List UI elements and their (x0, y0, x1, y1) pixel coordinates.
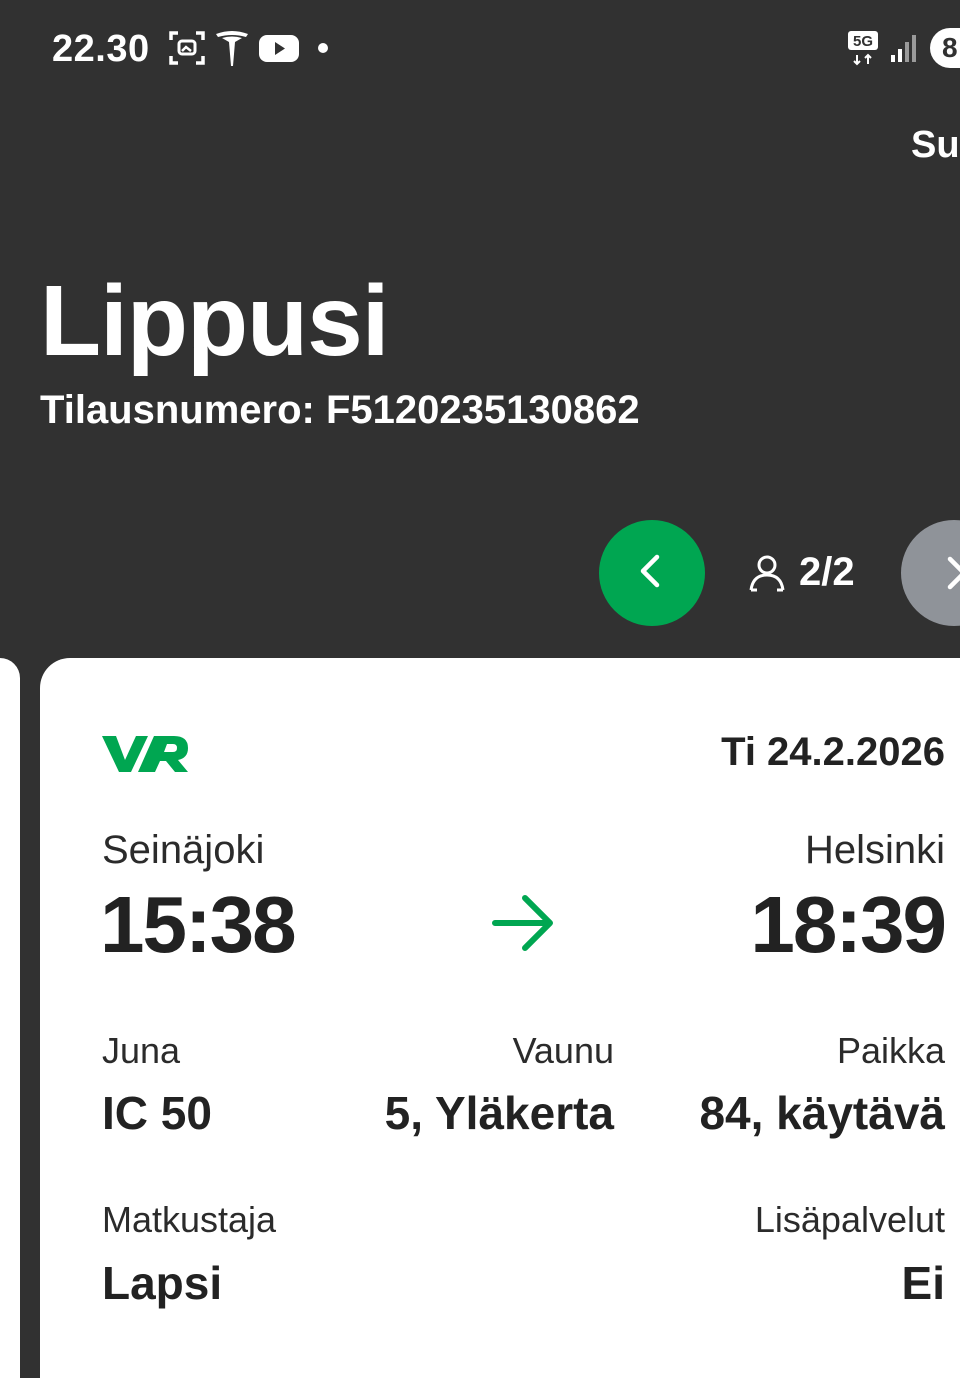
seat-label: Paikka (836, 1030, 945, 1071)
arrow-right-icon (492, 894, 556, 957)
departure-station: Seinäjoki (102, 828, 265, 872)
arrival-time: 18:39 (750, 880, 947, 969)
traveller-label: Matkustaja (102, 1199, 277, 1240)
departure-time: 15:38 (100, 880, 297, 969)
car-label: Vaunu (512, 1030, 614, 1071)
svg-text:5G: 5G (853, 33, 873, 50)
next-ticket-button[interactable] (901, 520, 960, 626)
page-title: Lippusi (40, 265, 390, 377)
screenshot-icon (168, 28, 206, 68)
youtube-icon (258, 28, 300, 68)
ticket-pager-count: 2/2 (745, 550, 855, 595)
person-icon (749, 555, 785, 591)
notification-dot (318, 43, 328, 53)
chevron-left-icon (632, 551, 672, 596)
tesla-icon (214, 28, 250, 68)
car-value: 5, Yläkerta (384, 1087, 614, 1139)
5g-icon: 5G (846, 28, 880, 68)
order-number: Tilausnumero: F5120235130862 (40, 388, 640, 432)
previous-ticket-card-edge[interactable] (0, 658, 20, 1378)
travel-date: Ti 24.2.2026 (721, 730, 945, 774)
previous-ticket-button[interactable] (599, 520, 705, 626)
status-bar: 22.30 5G 8 (0, 0, 960, 96)
signal-icon (888, 28, 920, 68)
train-label: Juna (102, 1030, 181, 1071)
arrival-station: Helsinki (804, 828, 945, 872)
status-time: 22.30 (52, 28, 150, 70)
pager-count-label: 2/2 (799, 550, 855, 594)
extras-value: Ei (901, 1257, 945, 1309)
ticket-card: Ti 24.2.2026 Seinäjoki Helsinki 15:38 18… (40, 658, 960, 1378)
seat-value: 84, käytävä (699, 1087, 945, 1139)
top-action-button[interactable]: Su (911, 124, 960, 167)
vr-logo (102, 734, 190, 779)
traveller-value: Lapsi (102, 1257, 223, 1309)
battery-indicator: 8 (930, 28, 960, 68)
extras-label: Lisäpalvelut (754, 1199, 945, 1240)
train-value: IC 50 (102, 1087, 212, 1139)
